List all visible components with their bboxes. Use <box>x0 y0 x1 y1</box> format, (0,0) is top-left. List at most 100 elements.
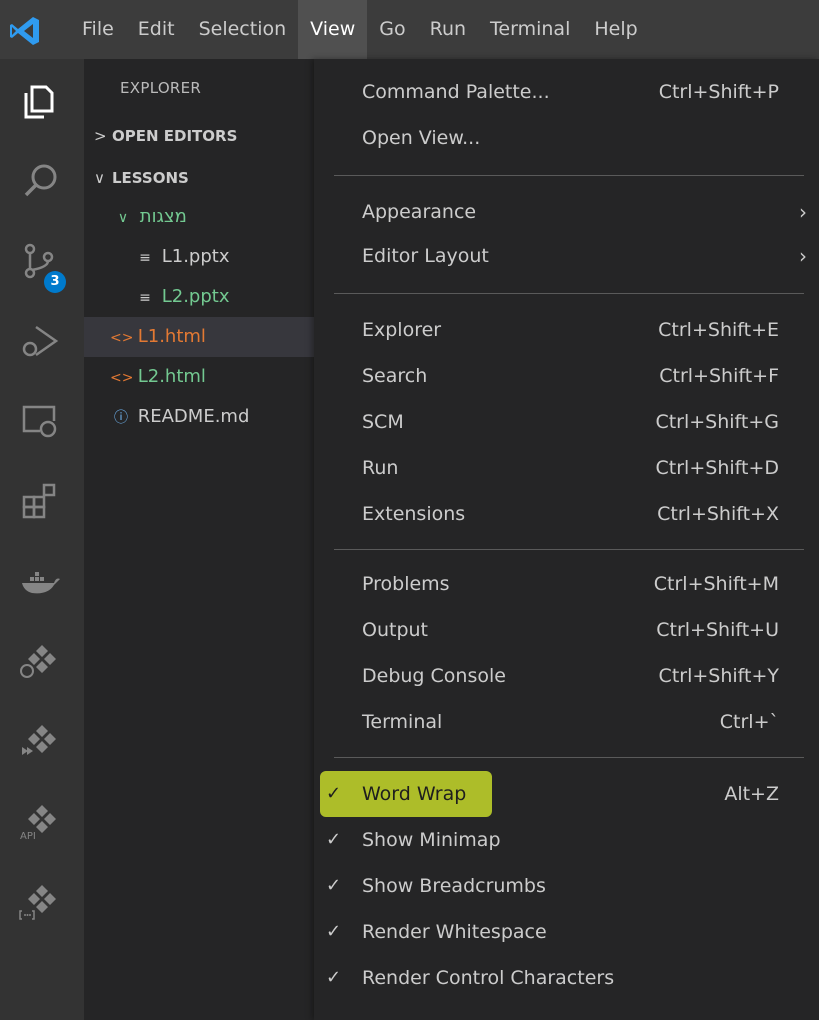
lines-file-icon: ≡ <box>139 290 151 306</box>
activity-kubernetes[interactable] <box>0 619 84 699</box>
vscode-logo-icon <box>10 17 39 45</box>
explorer-icon <box>24 85 54 119</box>
menu-item-editor-layout[interactable]: Editor Layout › <box>314 233 819 279</box>
menu-item-label: Debug Console <box>362 665 506 687</box>
menu-item-label: Explorer <box>362 319 442 341</box>
search-icon <box>24 164 57 197</box>
lessons-section[interactable]: ∨ LESSONS <box>94 169 189 187</box>
chevron-right-icon: › <box>799 200 807 224</box>
tree-item-label: L2.pptx <box>161 286 230 307</box>
menu-item-shortcut: Ctrl+Shift+G <box>655 411 779 433</box>
menu-item-label: Run <box>362 457 399 479</box>
menu-item-scm[interactable]: SCM Ctrl+Shift+G <box>314 399 819 445</box>
tree-item-l1-pptx[interactable]: ≡ L1.pptx <box>84 237 314 277</box>
menu-item-show-minimap[interactable]: ✓ Show Minimap <box>314 817 819 863</box>
checkmark-icon: ✓ <box>326 967 342 988</box>
chevron-right-icon: › <box>799 244 807 268</box>
activity-extensions[interactable] <box>0 459 84 539</box>
explorer-sidebar: EXPLORER > OPEN EDITORS ∨ LESSONS ∨ מצגות … <box>84 59 314 1020</box>
info-icon: ⓘ <box>114 410 128 426</box>
run-debug-icon <box>22 325 59 357</box>
menu-item-shortcut: Ctrl+Shift+U <box>656 619 779 641</box>
lines-file-icon: ≡ <box>139 250 151 266</box>
menu-edit[interactable]: Edit <box>126 0 187 59</box>
checkmark-icon: ✓ <box>326 829 342 850</box>
menu-separator <box>334 175 804 176</box>
activity-docker[interactable] <box>0 539 84 619</box>
menu-item-render-whitespace[interactable]: ✓ Render Whitespace <box>314 909 819 955</box>
menu-go[interactable]: Go <box>367 0 417 59</box>
menu-item-shortcut: Ctrl+Shift+F <box>659 365 779 387</box>
deploy-icon <box>22 725 56 755</box>
menu-item-command-palette[interactable]: Command Palette... Ctrl+Shift+P <box>314 69 819 115</box>
activity-run-debug[interactable] <box>0 299 84 379</box>
menu-item-label: Show Breadcrumbs <box>362 875 546 897</box>
activity-api[interactable]: API <box>0 779 84 859</box>
tree-item-label: README.md <box>137 406 250 427</box>
menu-item-shortcut: Ctrl+Shift+P <box>658 81 779 103</box>
menu-item-run[interactable]: Run Ctrl+Shift+D <box>314 445 819 491</box>
activity-deploy[interactable] <box>0 699 84 779</box>
chevron-right-icon: > <box>94 127 107 145</box>
open-editors-label: OPEN EDITORS <box>112 127 238 145</box>
menu-item-word-wrap[interactable]: ✓ Word Wrap Alt+Z <box>314 771 819 817</box>
source-control-badge: 3 <box>44 271 66 293</box>
menu-item-label: Appearance <box>362 201 477 223</box>
menu-item-explorer[interactable]: Explorer Ctrl+Shift+E <box>314 307 819 353</box>
activity-remote-explorer[interactable] <box>0 379 84 459</box>
menu-item-label: Problems <box>362 573 450 595</box>
menu-item-label: Editor Layout <box>362 245 489 267</box>
tree-item-label: L1.html <box>137 326 206 347</box>
menu-item-extensions[interactable]: Extensions Ctrl+Shift+X <box>314 491 819 537</box>
tree-item-label: L2.html <box>137 366 206 387</box>
tree-item-l1-html[interactable]: <> L1.html <box>84 317 314 357</box>
menu-help[interactable]: Help <box>582 0 649 59</box>
menu-item-label: Output <box>362 619 428 641</box>
menu-item-terminal[interactable]: Terminal Ctrl+` <box>314 699 819 745</box>
tree-item-l2-pptx[interactable]: ≡ L2.pptx <box>84 277 314 317</box>
checkmark-icon: ✓ <box>326 875 342 896</box>
menu-bar: File Edit Selection View Go Run Terminal… <box>70 0 650 59</box>
chevron-down-icon: ∨ <box>117 210 129 226</box>
api-icon: API <box>20 805 56 842</box>
menu-file[interactable]: File <box>70 0 126 59</box>
tree-folder-presentations[interactable]: ∨ מצגות <box>84 197 314 237</box>
menu-item-label: Open View... <box>362 127 481 149</box>
activity-bar: 3 API <box>0 59 84 1020</box>
menu-item-render-control-characters[interactable]: ✓ Render Control Characters <box>314 955 819 1001</box>
checkmark-icon: ✓ <box>326 921 342 942</box>
menu-item-open-view[interactable]: Open View... <box>314 115 819 161</box>
menu-item-label: Terminal <box>362 711 443 733</box>
menu-terminal[interactable]: Terminal <box>478 0 582 59</box>
chevron-down-icon: ∨ <box>94 169 105 187</box>
menu-separator <box>334 293 804 294</box>
html-icon: <> <box>110 370 134 386</box>
menu-selection[interactable]: Selection <box>187 0 299 59</box>
menu-item-search[interactable]: Search Ctrl+Shift+F <box>314 353 819 399</box>
menu-item-show-breadcrumbs[interactable]: ✓ Show Breadcrumbs <box>314 863 819 909</box>
activity-source-control[interactable]: 3 <box>0 219 84 299</box>
menu-item-debug-console[interactable]: Debug Console Ctrl+Shift+Y <box>314 653 819 699</box>
extensions-icon <box>22 483 56 519</box>
lessons-label: LESSONS <box>112 169 189 187</box>
checkmark-icon: ✓ <box>326 783 342 804</box>
menu-item-shortcut: Ctrl+Shift+M <box>653 573 779 595</box>
activity-json[interactable] <box>0 859 84 939</box>
menu-item-shortcut: Alt+Z <box>724 783 779 805</box>
menu-item-problems[interactable]: Problems Ctrl+Shift+M <box>314 561 819 607</box>
menu-separator <box>334 549 804 550</box>
menu-run[interactable]: Run <box>418 0 478 59</box>
tree-item-readme[interactable]: ⓘ README.md <box>84 397 314 437</box>
tree-item-l2-html[interactable]: <> L2.html <box>84 357 314 397</box>
menu-item-label: Extensions <box>362 503 466 525</box>
menu-separator <box>334 757 804 758</box>
open-editors-section[interactable]: > OPEN EDITORS <box>94 127 237 145</box>
menu-item-shortcut: Ctrl+Shift+Y <box>658 665 779 687</box>
view-menu-dropdown: Command Palette... Ctrl+Shift+P Open Vie… <box>314 59 819 1020</box>
menu-item-appearance[interactable]: Appearance › <box>314 189 819 235</box>
menu-item-shortcut: Ctrl+Shift+E <box>658 319 779 341</box>
activity-explorer[interactable] <box>0 59 84 139</box>
activity-search[interactable] <box>0 139 84 219</box>
menu-view[interactable]: View <box>298 0 368 59</box>
menu-item-output[interactable]: Output Ctrl+Shift+U <box>314 607 819 653</box>
